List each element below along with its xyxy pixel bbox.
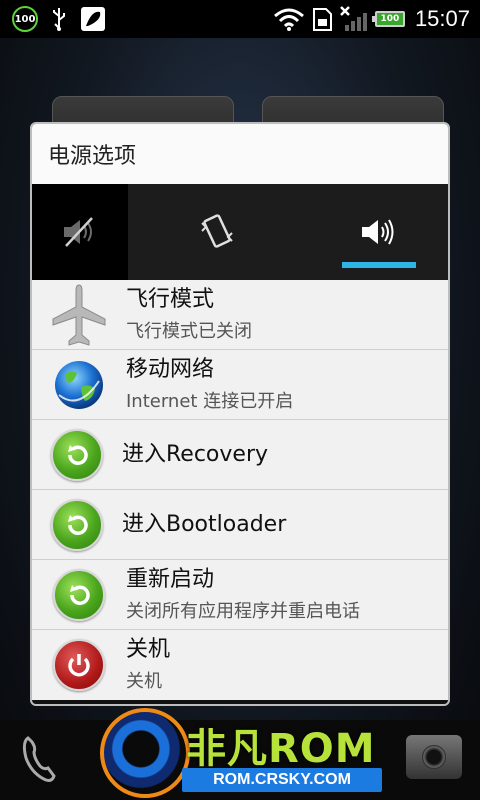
watermark-logo: 非凡ROM ROM.CRSKY.COM — [100, 708, 400, 800]
watermark-subtitle: ROM.CRSKY.COM — [182, 768, 382, 792]
power-icon — [53, 639, 105, 691]
wifi-icon — [273, 8, 304, 31]
silent-mode-button[interactable] — [32, 184, 128, 280]
mobile-network-title: 移动网络 — [126, 356, 215, 382]
sd-card-icon — [312, 8, 332, 31]
battery-circle-icon: 100 — [12, 6, 38, 32]
battery-icon: 100 — [371, 11, 405, 27]
dialog-title: 电源选项 — [32, 124, 448, 184]
reboot-subtitle: 关闭所有应用程序并重启电话 — [126, 600, 360, 622]
phone-icon — [22, 736, 56, 782]
recovery-title: 进入Recovery — [122, 441, 269, 467]
selected-mode-indicator — [342, 262, 416, 268]
refresh-icon — [53, 568, 105, 621]
airplane-mode-item[interactable]: 飞行模式 飞行模式已关闭 — [32, 280, 448, 350]
bootloader-item[interactable]: 进入Bootloader — [32, 490, 448, 560]
sound-mode-bar — [32, 184, 448, 280]
globe-icon — [55, 360, 103, 409]
bootloader-title: 进入Bootloader — [122, 511, 287, 537]
status-bar: 100 100 15:07 — [0, 0, 480, 38]
mute-icon — [64, 217, 93, 247]
camera-icon[interactable] — [406, 735, 462, 779]
mobile-network-item[interactable]: 移动网络 Internet 连接已开启 — [32, 350, 448, 420]
recovery-item[interactable]: 进入Recovery — [32, 420, 448, 490]
power-options-list: 飞行模式 飞行模式已关闭 移动网络 Internet 连接已开启 进入Recov… — [32, 280, 448, 700]
reboot-item[interactable]: 重新启动 关闭所有应用程序并重启电话 — [32, 560, 448, 630]
airplane-mode-subtitle: 飞行模式已关闭 — [126, 320, 252, 342]
status-clock: 15:07 — [414, 6, 470, 31]
power-off-title: 关机 — [126, 637, 171, 662]
signal-off-icon — [340, 6, 367, 31]
vibrate-mode-button[interactable] — [128, 184, 308, 280]
sound-mode-button[interactable] — [308, 184, 448, 280]
app-icon — [81, 7, 105, 31]
speaker-icon — [362, 219, 394, 245]
usb-icon — [53, 8, 65, 31]
refresh-icon — [51, 428, 103, 481]
mobile-network-subtitle: Internet 连接已开启 — [126, 390, 294, 412]
refresh-icon — [51, 498, 103, 551]
airplane-mode-title: 飞行模式 — [126, 286, 215, 312]
airplane-icon — [52, 283, 106, 346]
power-options-dialog: 电源选项 飞行模式 飞行模式已关闭 移动网络 Internet 连接已开启 进入… — [30, 122, 450, 706]
vibrate-icon — [201, 214, 233, 248]
power-off-subtitle: 关机 — [126, 671, 162, 692]
watermark-emblem — [100, 708, 190, 798]
watermark-title: 非凡ROM — [186, 726, 376, 772]
power-off-item[interactable]: 关机 关机 — [32, 630, 448, 700]
reboot-title: 重新启动 — [126, 566, 215, 592]
